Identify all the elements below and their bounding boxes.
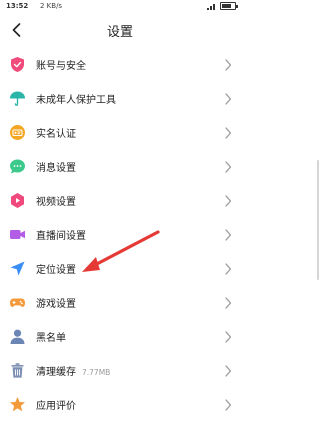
settings-item-app-review[interactable]: 应用评价	[0, 388, 240, 422]
scrollbar[interactable]	[317, 160, 319, 280]
settings-item-message[interactable]: 消息设置	[0, 150, 240, 184]
trash-icon	[11, 363, 24, 378]
signal-icon	[207, 3, 217, 10]
settings-item-label: 清理缓存 7.77MB	[36, 363, 110, 378]
chevron-right-icon	[225, 127, 232, 139]
chevron-right-icon	[225, 331, 232, 343]
settings-item-label: 黑名单	[36, 333, 66, 344]
settings-item-label: 直播间设置	[36, 231, 86, 242]
chevron-right-icon	[225, 297, 232, 309]
user-icon	[10, 329, 25, 344]
chevron-right-icon	[225, 161, 232, 173]
status-time: 13:52	[6, 2, 29, 10]
star-icon	[10, 397, 25, 412]
id-card-icon	[10, 125, 25, 140]
camera-icon	[10, 230, 25, 239]
settings-item-label: 游戏设置	[36, 299, 76, 310]
chevron-right-icon	[225, 399, 232, 411]
chevron-right-icon	[225, 263, 232, 275]
chevron-right-icon	[225, 365, 232, 377]
status-bar: 13:52 2 KB/s	[0, 0, 240, 14]
page-title: 设置	[106, 25, 133, 40]
location-arrow-icon	[10, 261, 25, 276]
gamepad-icon	[10, 298, 25, 307]
settings-item-clear-cache[interactable]: 清理缓存 7.77MB	[0, 354, 240, 388]
settings-item-account-security[interactable]: 账号与安全	[0, 48, 240, 82]
settings-item-minor-protection[interactable]: 未成年人保护工具	[0, 82, 240, 116]
settings-item-label-text: 清理缓存	[36, 367, 76, 378]
video-icon	[11, 193, 24, 208]
settings-item-label: 账号与安全	[36, 61, 86, 72]
status-indicators	[207, 2, 238, 10]
top-bar: 设置	[0, 14, 240, 48]
settings-item-label: 定位设置	[36, 265, 76, 276]
settings-item-live-room[interactable]: 直播间设置	[0, 218, 240, 252]
battery-icon	[220, 2, 238, 10]
umbrella-icon	[10, 91, 25, 106]
chevron-right-icon	[225, 195, 232, 207]
network-speed: 2 KB/s	[40, 2, 63, 10]
shield-icon	[11, 57, 24, 72]
settings-item-label: 应用评价	[36, 401, 76, 412]
settings-item-video[interactable]: 视频设置	[0, 184, 240, 218]
cache-size: 7.77MB	[82, 368, 111, 377]
settings-item-label: 消息设置	[36, 163, 76, 174]
settings-item-label: 实名认证	[36, 129, 76, 140]
settings-item-game[interactable]: 游戏设置	[0, 286, 240, 320]
settings-item-label: 视频设置	[36, 197, 76, 208]
chevron-right-icon	[225, 229, 232, 241]
chevron-right-icon	[225, 93, 232, 105]
settings-item-real-name[interactable]: 实名认证	[0, 116, 240, 150]
settings-item-location[interactable]: 定位设置	[0, 252, 240, 286]
chevron-right-icon	[225, 59, 232, 71]
settings-item-blacklist[interactable]: 黑名单	[0, 320, 240, 354]
settings-item-label: 未成年人保护工具	[36, 95, 116, 106]
chat-icon	[10, 159, 25, 174]
